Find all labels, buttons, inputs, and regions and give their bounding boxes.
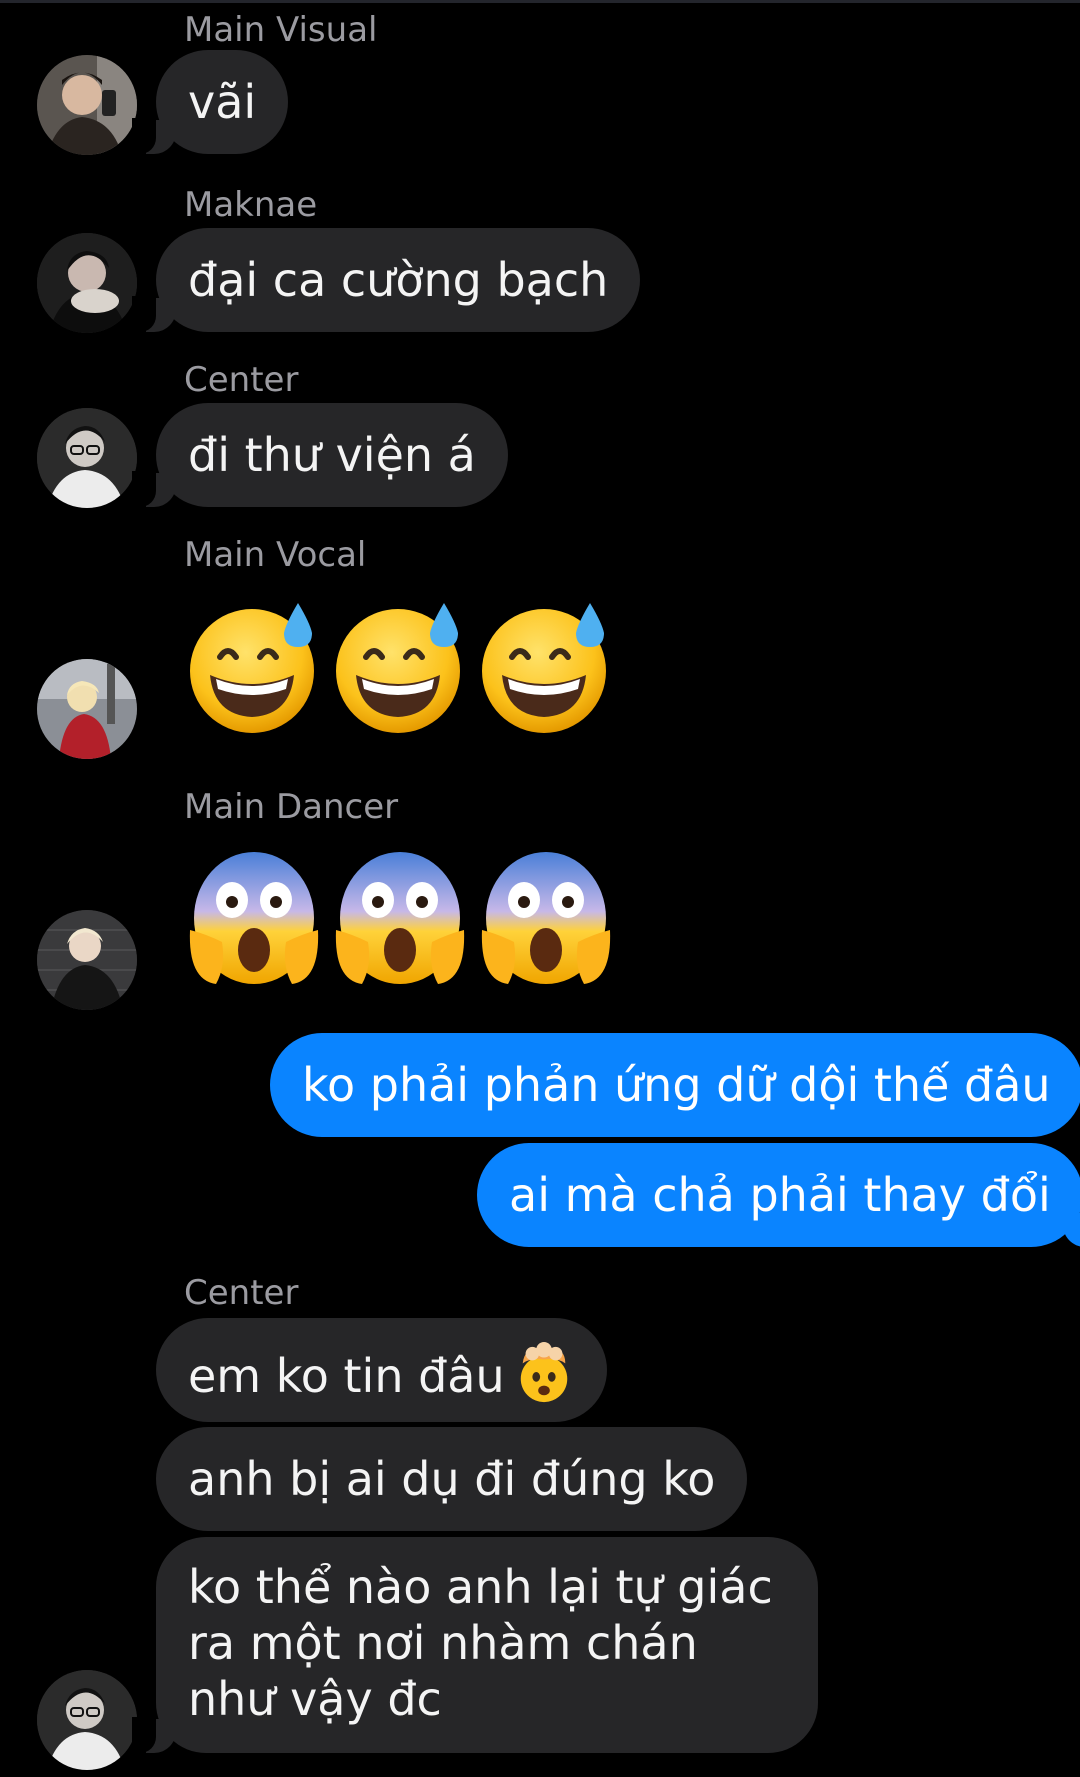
outgoing-message-bubble[interactable]: ai mà chả phải thay đổi [477, 1143, 1080, 1247]
sender-name: Main Dancer [184, 787, 399, 827]
grinning-face-with-sweat-icon [190, 603, 314, 733]
face-screaming-in-fear-icon [335, 852, 465, 984]
avatar-maknae[interactable] [37, 233, 137, 333]
avatar-center[interactable] [37, 1670, 137, 1770]
message-text: ko phải phản ứng dữ dội thế đâu [302, 1058, 1051, 1112]
message-bubble[interactable]: anh bị ai dụ đi đúng ko [156, 1427, 748, 1531]
avatar-center[interactable] [37, 408, 137, 508]
sender-name: Main Visual [184, 10, 378, 50]
message-text: ko thể nào anh lại tự giác ra một nơi nh… [188, 1560, 773, 1726]
message-text: em ko tin đâu [188, 1349, 505, 1403]
message-bubble[interactable]: em ko tin đâu [156, 1318, 607, 1422]
message-text: đi thư viện á [188, 428, 476, 482]
sender-name: Center [184, 1273, 299, 1313]
message-text: ai mà chả phải thay đổi [509, 1168, 1051, 1222]
grinning-face-with-sweat-icon [482, 603, 606, 733]
emoji-message[interactable] [186, 597, 614, 737]
sender-name: Center [184, 360, 299, 400]
message-bubble[interactable]: đại ca cường bạch [131, 228, 641, 332]
sender-name: Maknae [184, 185, 318, 225]
emoji-message[interactable] [186, 848, 614, 988]
face-screaming-in-fear-icon [481, 852, 611, 984]
avatar-main-vocal[interactable] [37, 659, 137, 759]
message-bubble[interactable]: đi thư viện á [132, 403, 508, 507]
person-avatar-icon [37, 910, 137, 1010]
person-avatar-icon [37, 1670, 137, 1770]
message-text: vãi [188, 75, 257, 129]
person-avatar-icon [37, 55, 137, 155]
face-screaming-in-fear-icon [189, 852, 319, 984]
top-divider [0, 0, 1080, 3]
avatar-main-dancer[interactable] [37, 910, 137, 1010]
chat-thread: Main Visual vãi Maknae đại ca cường bạch… [0, 0, 1080, 1777]
message-text: đại ca cường bạch [188, 253, 609, 307]
person-avatar-icon [37, 408, 137, 508]
sender-name: Main Vocal [184, 535, 367, 575]
message-bubble[interactable]: vãi [131, 50, 289, 154]
person-avatar-icon [37, 233, 137, 333]
message-bubble[interactable]: ko thể nào anh lại tự giác ra một nơi nh… [132, 1537, 818, 1753]
outgoing-message-bubble[interactable]: ko phải phản ứng dữ dội thế đâu [270, 1033, 1080, 1137]
message-text: anh bị ai dụ đi đúng ko [188, 1452, 716, 1506]
person-avatar-icon [37, 659, 137, 759]
exploding-head-icon [520, 1342, 567, 1403]
avatar-main-visual[interactable] [37, 55, 137, 155]
grinning-face-with-sweat-icon [336, 603, 460, 733]
